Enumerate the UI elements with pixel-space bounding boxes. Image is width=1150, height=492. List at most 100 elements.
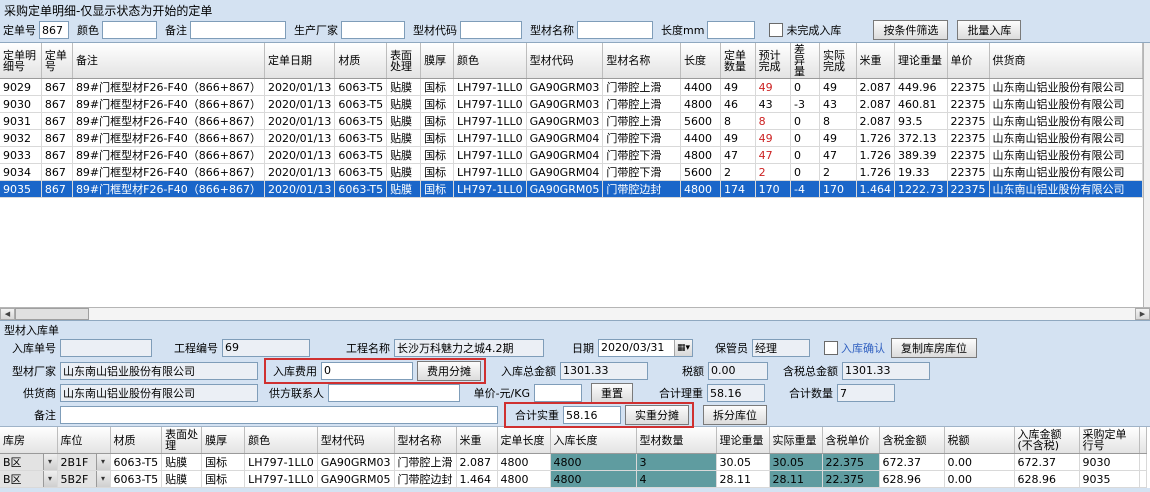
- cell[interactable]: 贴膜: [387, 79, 421, 96]
- cell[interactable]: 93.5: [895, 113, 948, 130]
- cell[interactable]: 28.11: [769, 471, 822, 488]
- column-header[interactable]: 材质: [110, 427, 162, 454]
- cell[interactable]: 22375: [947, 96, 989, 113]
- cell[interactable]: 2020/01/13: [264, 79, 334, 96]
- cell[interactable]: 867: [41, 181, 72, 198]
- cell[interactable]: 6063-T5: [335, 113, 387, 130]
- cell[interactable]: 2020/01/13: [264, 113, 334, 130]
- total-with-tax-input[interactable]: [842, 362, 930, 380]
- order-row[interactable]: 903286789#门框型材F26-F40（866+867）2020/01/13…: [0, 130, 1142, 147]
- manufacturer-filter-input[interactable]: [341, 21, 405, 39]
- color-filter-input[interactable]: [102, 21, 157, 39]
- cell[interactable]: 49: [755, 79, 790, 96]
- cell[interactable]: 46: [721, 96, 756, 113]
- column-header[interactable]: 米重: [856, 43, 895, 79]
- cell[interactable]: 4800: [497, 454, 550, 471]
- cell[interactable]: 6063-T5: [335, 181, 387, 198]
- column-header[interactable]: 型材代码: [317, 427, 394, 454]
- cell[interactable]: 4800: [680, 147, 720, 164]
- cell[interactable]: 9034: [0, 164, 41, 181]
- cell[interactable]: 4800: [497, 471, 550, 488]
- cell[interactable]: 2.087: [856, 96, 895, 113]
- cell[interactable]: 867: [41, 113, 72, 130]
- cell[interactable]: GA90GRM04: [526, 130, 603, 147]
- cell[interactable]: 9030: [0, 96, 41, 113]
- column-header[interactable]: 米重: [456, 427, 497, 454]
- cell[interactable]: 4800: [680, 181, 720, 198]
- cell[interactable]: 山东南山铝业股份有限公司: [989, 181, 1142, 198]
- cell[interactable]: 门带腔边封: [394, 471, 456, 488]
- cell[interactable]: 山东南山铝业股份有限公司: [989, 79, 1142, 96]
- cell[interactable]: 867: [41, 96, 72, 113]
- cell[interactable]: 9030: [1079, 454, 1139, 471]
- cell[interactable]: 1.726: [856, 147, 895, 164]
- column-header[interactable]: 定单号: [41, 43, 72, 79]
- cell[interactable]: 867: [41, 164, 72, 181]
- cell[interactable]: 47: [721, 147, 756, 164]
- cell[interactable]: 国标: [421, 164, 454, 181]
- cell[interactable]: 2020/01/13: [264, 164, 334, 181]
- cell[interactable]: 2.087: [456, 454, 497, 471]
- total-amount-input[interactable]: [560, 362, 648, 380]
- column-header[interactable]: 膜厚: [421, 43, 454, 79]
- cell[interactable]: LH797-1LL0: [454, 147, 527, 164]
- project-name-input[interactable]: [394, 339, 544, 357]
- vertical-scrollbar[interactable]: [1143, 43, 1150, 307]
- calendar-dropdown-icon[interactable]: ▦▾: [674, 340, 692, 356]
- cell[interactable]: 672.37: [879, 454, 944, 471]
- cell[interactable]: B区▾: [0, 454, 57, 471]
- cell[interactable]: 门带腔上滑: [603, 79, 681, 96]
- cell[interactable]: 89#门框型材F26-F40（866+867）: [72, 79, 264, 96]
- cell[interactable]: 门带腔下滑: [603, 164, 681, 181]
- cell[interactable]: 6063-T5: [335, 79, 387, 96]
- cell[interactable]: 9031: [0, 113, 41, 130]
- cell[interactable]: -4: [791, 181, 820, 198]
- cell[interactable]: 672.37: [1014, 454, 1079, 471]
- cell[interactable]: 49: [721, 130, 756, 147]
- cell[interactable]: 22375: [947, 147, 989, 164]
- cell[interactable]: 22375: [947, 130, 989, 147]
- split-location-button[interactable]: 拆分库位: [703, 405, 767, 425]
- cell[interactable]: 460.81: [895, 96, 948, 113]
- cell[interactable]: 1.464: [456, 471, 497, 488]
- cell[interactable]: 国标: [421, 130, 454, 147]
- fee-share-button[interactable]: 费用分摊: [417, 361, 481, 381]
- cell[interactable]: 2020/01/13: [264, 147, 334, 164]
- cell[interactable]: 山东南山铝业股份有限公司: [989, 96, 1142, 113]
- cell[interactable]: 22375: [947, 164, 989, 181]
- cell[interactable]: GA90GRM03: [526, 113, 603, 130]
- cell[interactable]: 门带腔下滑: [603, 130, 681, 147]
- cell[interactable]: 贴膜: [162, 471, 202, 488]
- cell[interactable]: 0: [791, 147, 820, 164]
- cell[interactable]: 628.96: [1014, 471, 1079, 488]
- cell[interactable]: 4400: [680, 130, 720, 147]
- cell[interactable]: 门带腔上滑: [603, 96, 681, 113]
- cell[interactable]: 2020/01/13: [264, 130, 334, 147]
- cell[interactable]: 8: [819, 113, 856, 130]
- column-header[interactable]: 供货商: [989, 43, 1142, 79]
- inbound-no-input[interactable]: [60, 339, 152, 357]
- dropdown-arrow-icon[interactable]: ▾: [43, 471, 57, 487]
- cell[interactable]: 89#门框型材F26-F40（866+867）: [72, 147, 264, 164]
- cell[interactable]: 国标: [421, 113, 454, 130]
- cell[interactable]: 43: [755, 96, 790, 113]
- column-header[interactable]: 理论重量: [716, 427, 769, 454]
- cell[interactable]: GA90GRM04: [526, 164, 603, 181]
- cell[interactable]: B区▾: [0, 471, 57, 488]
- fee-input[interactable]: [321, 362, 413, 380]
- cell[interactable]: 47: [819, 147, 856, 164]
- cell[interactable]: 门带腔上滑: [603, 113, 681, 130]
- cell[interactable]: 山东南山铝业股份有限公司: [989, 130, 1142, 147]
- column-header[interactable]: 入库金额(不含税): [1014, 427, 1079, 454]
- cell[interactable]: GA90GRM05: [526, 181, 603, 198]
- horizontal-scrollbar[interactable]: ◀ ▶: [0, 307, 1150, 320]
- date-picker[interactable]: 2020/03/31 ▦▾: [598, 339, 693, 357]
- cell[interactable]: 1.726: [856, 130, 895, 147]
- total-theory-input[interactable]: [707, 384, 765, 402]
- cell[interactable]: 山东南山铝业股份有限公司: [989, 113, 1142, 130]
- order-row[interactable]: 903086789#门框型材F26-F40（866+867）2020/01/13…: [0, 96, 1142, 113]
- inbound-row[interactable]: B区▾5B2F▾6063-T5贴膜国标LH797-1LL0GA90GRM05门带…: [0, 471, 1146, 488]
- scroll-right-icon[interactable]: ▶: [1135, 308, 1150, 320]
- cell[interactable]: 2020/01/13: [264, 181, 334, 198]
- project-no-input[interactable]: [222, 339, 310, 357]
